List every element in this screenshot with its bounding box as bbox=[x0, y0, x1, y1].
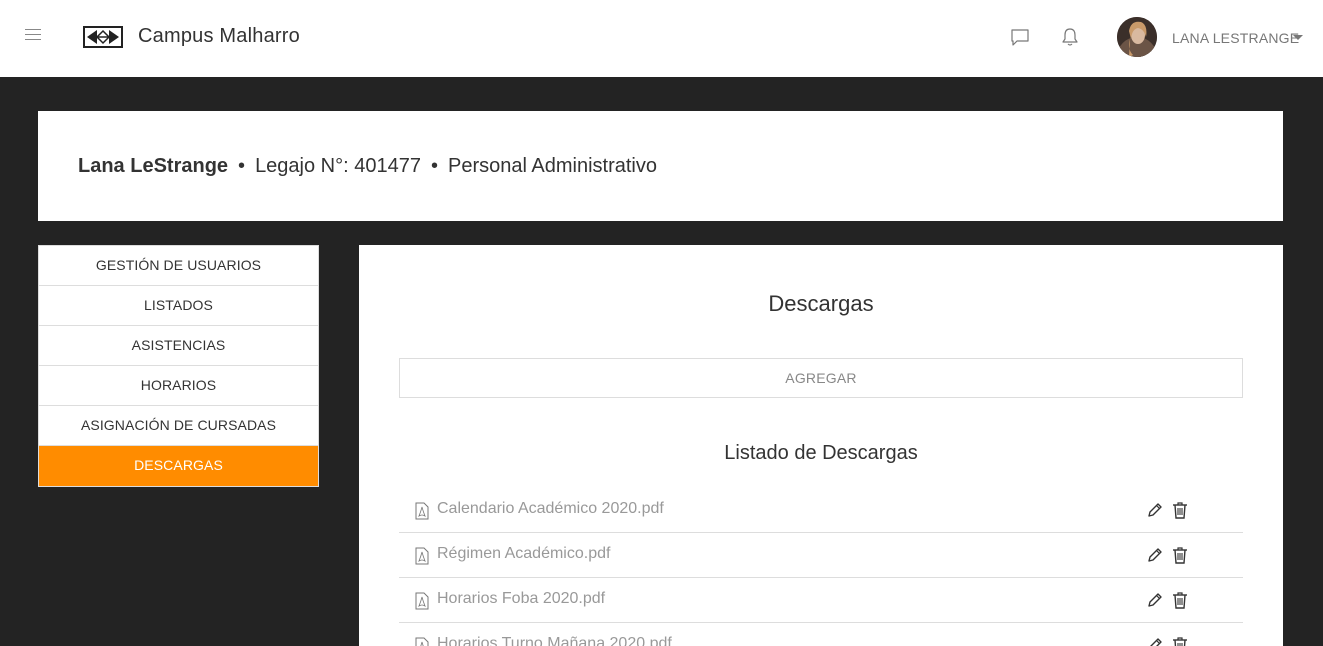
sidebar-item-listados[interactable]: LISTADOS bbox=[39, 286, 318, 326]
file-name-link[interactable]: Calendario Académico 2020.pdf bbox=[437, 500, 664, 518]
list-item: Horarios Foba 2020.pdf bbox=[399, 578, 1243, 623]
trash-icon[interactable] bbox=[1172, 636, 1188, 646]
add-button[interactable]: AGREGAR bbox=[399, 358, 1243, 398]
sidebar-menu: GESTIÓN DE USUARIOS LISTADOS ASISTENCIAS… bbox=[38, 245, 319, 487]
list-item: Calendario Académico 2020.pdf bbox=[399, 488, 1243, 533]
campus-logo[interactable] bbox=[83, 26, 123, 48]
profile-card: Lana LeStrange • Legajo N°: 401477 • Persona… bbox=[38, 111, 1283, 221]
list-title: Listado de Descargas bbox=[724, 442, 918, 464]
main-panel: Descargas AGREGAR Listado de Descargas C… bbox=[359, 245, 1283, 646]
profile-role: Personal Administrativo bbox=[448, 155, 657, 177]
pencil-icon[interactable] bbox=[1147, 502, 1163, 518]
trash-icon[interactable] bbox=[1172, 591, 1188, 609]
pdf-file-icon bbox=[415, 502, 429, 520]
trash-icon[interactable] bbox=[1172, 501, 1188, 519]
file-name-link[interactable]: Régimen Académico.pdf bbox=[437, 545, 610, 563]
file-name-link[interactable]: Horarios Turno Mañana 2020.pdf bbox=[437, 635, 672, 646]
profile-summary: Lana LeStrange • Legajo N°: 401477 • Persona… bbox=[78, 155, 657, 178]
sidebar-item-horarios[interactable]: HORARIOS bbox=[39, 366, 318, 406]
top-navbar: Campus Malharro LANA LESTRANGE bbox=[0, 0, 1323, 77]
sidebar-item-asignacion-de-cursadas[interactable]: ASIGNACIÓN DE CURSADAS bbox=[39, 406, 318, 446]
hamburger-icon[interactable] bbox=[25, 29, 41, 43]
sidebar-item-descargas[interactable]: DESCARGAS bbox=[39, 446, 318, 486]
user-menu-name[interactable]: LANA LESTRANGE bbox=[1172, 30, 1299, 46]
pencil-icon[interactable] bbox=[1147, 547, 1163, 563]
avatar[interactable] bbox=[1117, 17, 1157, 57]
pdf-file-icon bbox=[415, 547, 429, 565]
bell-icon[interactable] bbox=[1059, 26, 1081, 48]
file-name-link[interactable]: Horarios Foba 2020.pdf bbox=[437, 590, 605, 608]
page-title: Descargas bbox=[768, 291, 874, 316]
trash-icon[interactable] bbox=[1172, 546, 1188, 564]
sidebar-item-asistencias[interactable]: ASISTENCIAS bbox=[39, 326, 318, 366]
pencil-icon[interactable] bbox=[1147, 637, 1163, 646]
caret-down-icon[interactable] bbox=[1293, 35, 1303, 40]
list-item: Horarios Turno Mañana 2020.pdf bbox=[399, 623, 1243, 646]
list-item: Régimen Académico.pdf bbox=[399, 533, 1243, 578]
sidebar-item-gestion-de-usuarios[interactable]: GESTIÓN DE USUARIOS bbox=[39, 246, 318, 286]
chat-bubble-icon[interactable] bbox=[1009, 26, 1031, 48]
separator-dot: • bbox=[238, 155, 246, 177]
app-title[interactable]: Campus Malharro bbox=[138, 25, 300, 48]
separator-dot: • bbox=[430, 155, 438, 177]
profile-legajo: Legajo N°: 401477 bbox=[255, 155, 421, 177]
profile-name: Lana LeStrange bbox=[78, 155, 229, 177]
pdf-file-icon bbox=[415, 637, 429, 646]
pencil-icon[interactable] bbox=[1147, 592, 1163, 608]
downloads-list: Calendario Académico 2020.pdf Régimen Ac… bbox=[399, 488, 1243, 646]
pdf-file-icon bbox=[415, 592, 429, 610]
